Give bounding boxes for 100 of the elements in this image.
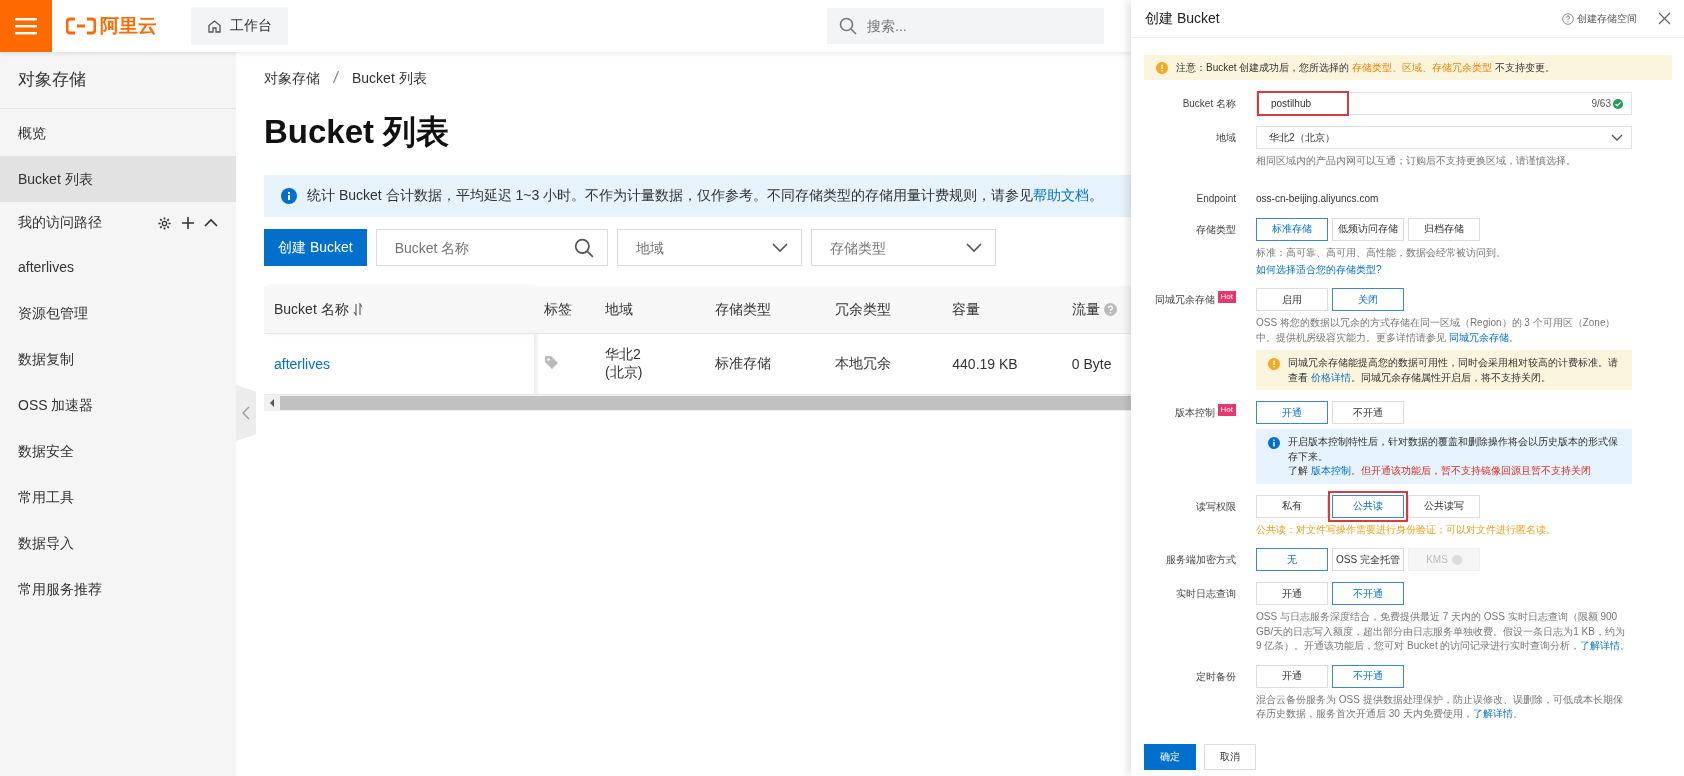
- sidebar-title: 对象存储: [0, 52, 236, 109]
- create-button[interactable]: 创建 Bucket: [264, 229, 367, 266]
- column-header: Bucket 名称: [264, 286, 534, 334]
- sidebar-item[interactable]: OSS 加速器: [0, 382, 236, 428]
- field-label: 实时日志查询: [1176, 587, 1236, 601]
- option-button[interactable]: 不开通: [1332, 582, 1404, 605]
- notice-text: 注意：Bucket 创建成功后，您所选择的 存储类型、区域、存储冗余类型 不支持变更。: [1176, 60, 1555, 75]
- sidebar-item[interactable]: Bucket 列表: [0, 156, 236, 202]
- workbench-button[interactable]: 工作台: [191, 7, 288, 45]
- menu-icon: [15, 17, 37, 35]
- hot-badge: Hot: [1217, 291, 1236, 303]
- column-header: 地域: [594, 286, 706, 334]
- option-button[interactable]: 低频访问存储: [1332, 217, 1404, 241]
- warning-icon: [1268, 358, 1280, 370]
- hot-badge: Hot: [1217, 404, 1236, 416]
- bucket-name-field[interactable]: postilhub 9/63: [1256, 92, 1632, 115]
- home-icon: [207, 19, 222, 33]
- sidebar-item[interactable]: 常用服务推荐: [0, 566, 236, 612]
- field-value: postilhub: [1259, 93, 1348, 114]
- table-cell: 0 Byte: [1071, 356, 1112, 372]
- region-select[interactable]: 华北2（北京）: [1256, 126, 1632, 149]
- chevron-down-icon: [771, 242, 788, 253]
- field-hint: 公共读：对文件写操作需要进行身份验证；可以对文件进行匿名读。: [1256, 522, 1557, 537]
- option-button[interactable]: 不开通: [1332, 664, 1404, 688]
- field-label: 服务端加密方式: [1166, 553, 1236, 567]
- field-hint: 标准：高可靠、高可用、高性能，数据会经常被访问到。: [1256, 245, 1507, 260]
- field-label: Bucket 名称: [1182, 97, 1236, 111]
- search-icon: [839, 17, 857, 35]
- option-button[interactable]: OSS 完全托管: [1332, 548, 1404, 571]
- option-button[interactable]: 启用: [1256, 288, 1328, 311]
- field-hint: OSS 将您的数据以冗余的方式存储在同一区域（Region）的 3 个可用区（Zone）中。提供机房级容灾能力。更多详情请参见 同城冗余存储。: [1256, 316, 1617, 345]
- sidebar-item[interactable]: 数据安全: [0, 428, 236, 474]
- field-label: Endpoint: [1196, 191, 1236, 206]
- warning-icon: [1156, 61, 1168, 74]
- field-label: 版本控制: [1174, 406, 1215, 420]
- info-icon: [281, 188, 297, 204]
- search-icon: [573, 237, 594, 258]
- close-icon[interactable]: [1658, 12, 1671, 25]
- field-hint: OSS 与日志服务深度结合，免费提供最近 7 天内的 OSS 实时日志查询（限额 900 GB/天的日志写入额度，超出部分由日志服务单独收费。假设一条日志为1 KB，约为 9 亿条）。开通该功能后，您可对 Bucket 的访问记录进行实时查询分析，了解详情。: [1256, 610, 1632, 653]
- note-text: 开启版本控制特性后，针对数据的覆盖和删除操作将会以历史版本的形式保存下来。 了解 版本控制。但开通该功能后，暂不支持镜像回源且暂不支持关闭: [1288, 435, 1619, 478]
- sidebar-item[interactable]: afterlives: [0, 244, 236, 290]
- column-header: 标签: [533, 286, 595, 334]
- sidebar-item[interactable]: 常用工具: [0, 474, 236, 520]
- bucket-link[interactable]: afterlives: [274, 356, 331, 372]
- breadcrumb-item: Bucket 列表: [352, 70, 427, 88]
- sort-icon[interactable]: [352, 303, 363, 316]
- region-select[interactable]: 地域: [616, 229, 802, 266]
- search-field[interactable]: 搜索...: [827, 8, 1104, 44]
- logo-icon: [66, 17, 96, 35]
- option-button[interactable]: 开通: [1256, 582, 1328, 605]
- field-hint: 混合云备份服务为 OSS 提供数据处理保护，防止误修改、误删除，可低成本长期保存历史数据，服务首次开通后 30 天内免费使用，了解详情。: [1256, 692, 1624, 721]
- field-label: 读写权限: [1196, 499, 1236, 514]
- table-cell: 本地冗余: [834, 355, 891, 371]
- option-button[interactable]: 公共读写: [1408, 494, 1480, 518]
- table-cell: 华北2 (北京): [604, 346, 643, 380]
- storage-type-select[interactable]: 存储类型: [810, 229, 996, 266]
- add-icon[interactable]: [181, 216, 195, 230]
- help-link[interactable]: 如何选择适合您的存储类型?: [1256, 263, 1632, 277]
- sidebar-item[interactable]: 概览: [0, 110, 236, 156]
- option-button[interactable]: 开通: [1256, 401, 1328, 424]
- chevron-left-icon: [242, 406, 250, 420]
- option-button[interactable]: 不开通: [1332, 401, 1404, 424]
- character-counter: 9/63: [1591, 98, 1611, 109]
- option-button[interactable]: 归档存储: [1408, 217, 1480, 241]
- field-label: 地域: [1216, 131, 1236, 145]
- page-title: Bucket 列表: [264, 112, 450, 152]
- note-text: 同城冗余存储能提高您的数据可用性，同时会采用相对较高的计费标准。请查看 价格详情。同城冗余存储属性开启后，将不支持关闭。: [1288, 356, 1619, 385]
- sidebar-item[interactable]: 数据复制: [0, 336, 236, 382]
- option-button[interactable]: 标准存储: [1256, 217, 1328, 241]
- confirm-button[interactable]: 确定: [1144, 744, 1196, 770]
- option-button[interactable]: 无: [1256, 548, 1328, 571]
- field-label: 存储类型: [1196, 222, 1236, 237]
- breadcrumb-separator-icon: [332, 70, 340, 84]
- sidebar-group-label[interactable]: 我的访问路径: [18, 214, 102, 232]
- option-button[interactable]: 关闭: [1332, 288, 1404, 311]
- sidebar-item[interactable]: 资源包管理: [0, 290, 236, 336]
- option-button[interactable]: 开通: [1256, 664, 1328, 688]
- help-link[interactable]: 创建存储空间: [1577, 11, 1637, 26]
- column-header: 冗余类型: [824, 286, 943, 334]
- collapse-handle[interactable]: [236, 385, 256, 441]
- field-hint: 相同区域内的产品内网可以互通；订购后不支持更换区域，请谨慎选择。: [1256, 154, 1577, 168]
- chevron-down-icon: [1611, 133, 1623, 142]
- drawer-title: 创建 Bucket: [1145, 9, 1220, 28]
- select-value: 华北2（北京）: [1268, 130, 1335, 145]
- settings-icon[interactable]: [157, 215, 172, 231]
- table-cell: 标准存储: [715, 355, 772, 371]
- menu-button[interactable]: [0, 0, 52, 52]
- option-button[interactable]: 私有: [1256, 494, 1328, 518]
- chevron-down-icon: [965, 242, 982, 253]
- bucket-search-field[interactable]: Bucket 名称: [375, 229, 608, 266]
- endpoint-value: oss-cn-beijing.aliyuncs.com: [1256, 191, 1380, 206]
- table-cell: 440.19 KB: [952, 356, 1018, 372]
- column-header: 容量: [942, 286, 1062, 334]
- column-header: 存储类型: [705, 286, 825, 334]
- breadcrumb-item[interactable]: 对象存储: [264, 70, 320, 88]
- cancel-button[interactable]: 取消: [1204, 744, 1256, 770]
- help-link[interactable]: 帮助文档: [1033, 187, 1090, 203]
- banner-text: 统计 Bucket 合计数据，平均延迟 1~3 小时。不作为计量数据，仅作参考。不同存储类型的存储用量计费规则，请参见帮助文档。: [307, 187, 1104, 205]
- field-label: 定时备份: [1196, 669, 1236, 684]
- sidebar-item[interactable]: 数据导入: [0, 520, 236, 566]
